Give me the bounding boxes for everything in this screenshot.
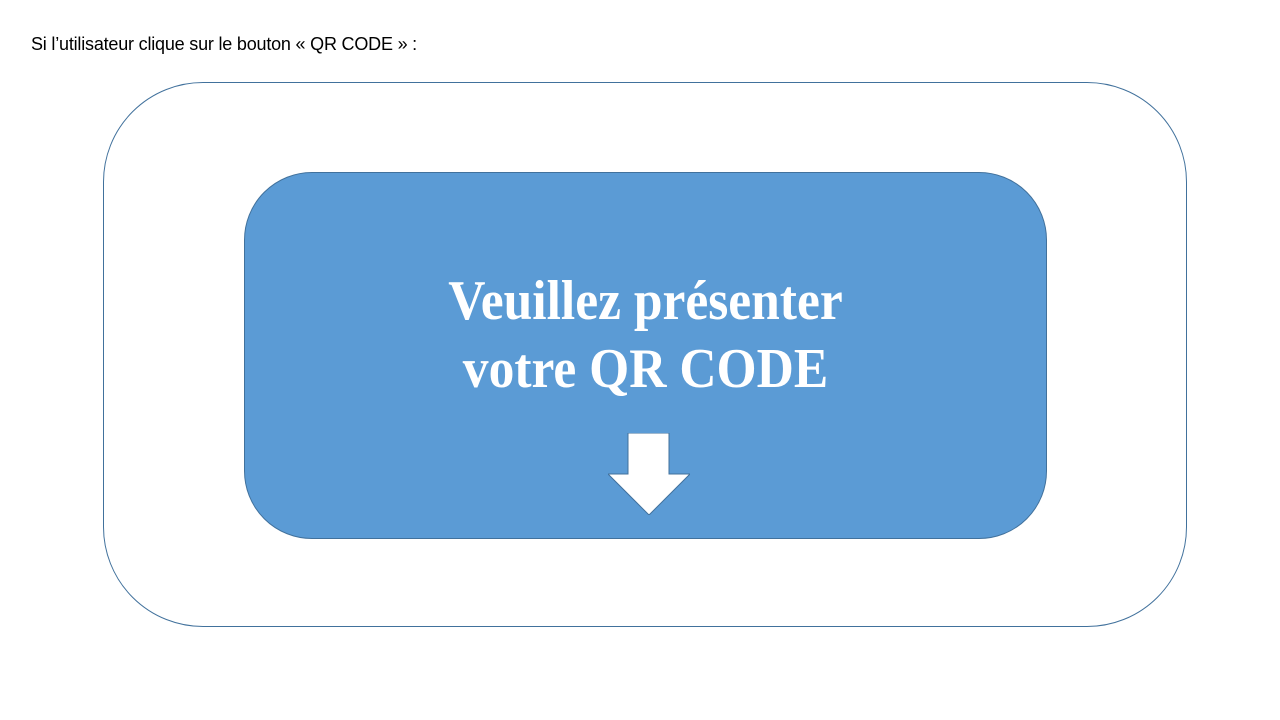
- arrow-down-icon: [608, 433, 690, 515]
- prompt-line-1: Veuillez présenter: [448, 270, 843, 332]
- prompt-message: Veuillez présenter votre QR CODE: [245, 267, 1046, 403]
- caption-text: Si l’utilisateur clique sur le bouton « …: [31, 34, 417, 54]
- prompt-line-2: votre QR CODE: [462, 338, 829, 400]
- qr-code-prompt-panel: Veuillez présenter votre QR CODE: [244, 172, 1047, 539]
- slide: Si l’utilisateur clique sur le bouton « …: [0, 0, 1280, 720]
